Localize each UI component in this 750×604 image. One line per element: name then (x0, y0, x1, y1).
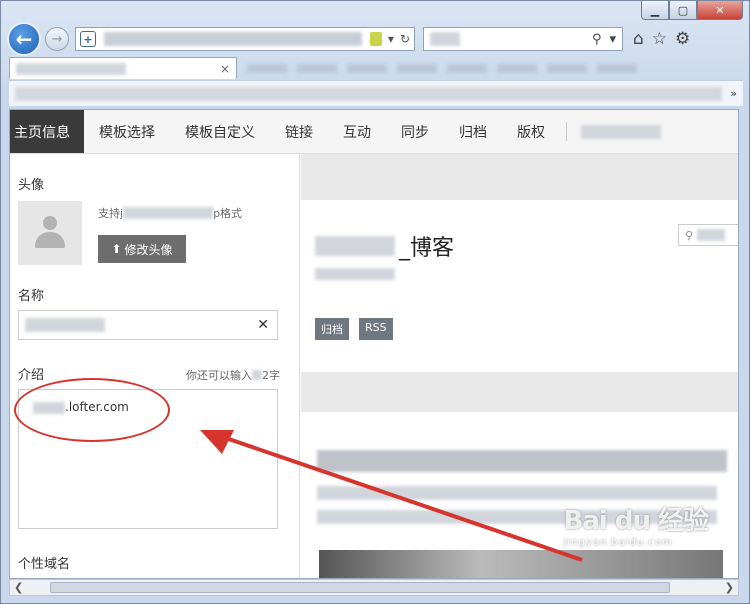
user-placeholder-icon (35, 216, 65, 250)
address-bar-tools: ▾ ↻ (369, 32, 410, 46)
scrollbar-thumb[interactable] (50, 582, 670, 593)
baidu-jingyan-watermark: Bai du 经验 jingyan.baidu.com (563, 506, 709, 548)
search-icon[interactable]: ⚲ (592, 32, 602, 47)
nav-item-template-custom[interactable]: 模板自定义 (170, 110, 270, 153)
preview-header-band (301, 154, 738, 200)
magnifier-icon: ⚲ (685, 228, 694, 242)
nav-divider (566, 122, 567, 141)
browser-window: ▁ ▢ ✕ ← → + ▾ ↻ ⚲ ▾ ⌂ ☆ ⚙ × » 主页信息 模板选择 … (0, 0, 750, 604)
nav-item-home-info[interactable]: 主页信息 (10, 110, 84, 153)
nav-item-obscured[interactable] (581, 124, 661, 139)
name-value-obscured (25, 318, 105, 332)
preview-mid-band (301, 372, 738, 412)
dropdown-icon[interactable]: ▾ (388, 32, 394, 46)
avatar (18, 201, 82, 265)
home-icon[interactable]: ⌂ (633, 29, 644, 49)
favorites-bar: » (9, 80, 743, 106)
address-bar[interactable]: + ▾ ↻ (75, 27, 415, 51)
maximize-button[interactable]: ▢ (669, 1, 697, 20)
tag-rss[interactable]: RSS (359, 318, 393, 340)
blog-subtitle-obscured (315, 268, 395, 280)
tab-close-icon[interactable]: × (220, 62, 230, 76)
annotation-arrow (200, 430, 583, 562)
search-dropdown-icon[interactable]: ▾ (609, 32, 616, 47)
nav-item-interaction[interactable]: 互动 (328, 110, 386, 153)
intro-char-counter: 你还可以输入 2字 (186, 369, 280, 382)
favorites-more-icon[interactable]: » (730, 87, 737, 100)
url-text-obscured (104, 32, 362, 46)
address-toolbar: ← → + ▾ ↻ ⚲ ▾ ⌂ ☆ ⚙ (7, 22, 743, 56)
avatar-label: 头像 (18, 178, 45, 193)
settings-nav: 主页信息 模板选择 模板自定义 链接 互动 同步 归档 版权 (10, 110, 738, 154)
forward-button[interactable]: → (45, 27, 69, 51)
blog-tags: 归档 RSS (315, 318, 393, 340)
gear-icon[interactable]: ⚙ (675, 29, 690, 49)
tag-archive[interactable]: 归档 (315, 318, 349, 340)
blog-name-obscured (315, 236, 395, 256)
tab-title-obscured (16, 62, 126, 75)
annotation-circle (14, 378, 170, 442)
nav-item-copyright[interactable]: 版权 (502, 110, 560, 153)
favorites-obscured (15, 86, 723, 101)
back-button[interactable]: ← (7, 22, 41, 56)
tab-strip: × (9, 57, 743, 79)
nav-item-template-select[interactable]: 模板选择 (84, 110, 170, 153)
search-text-obscured (430, 32, 460, 46)
page-viewport: 主页信息 模板选择 模板自定义 链接 互动 同步 归档 版权 头像 支持j p格… (9, 109, 739, 579)
star-icon[interactable]: ☆ (652, 29, 667, 49)
horizontal-scrollbar[interactable]: ❮ ❯ (9, 579, 739, 596)
page-icon (369, 32, 382, 46)
clear-icon[interactable]: ✕ (257, 317, 269, 333)
blog-title: _博客 (315, 230, 454, 262)
scroll-right-icon[interactable]: ❯ (725, 581, 734, 594)
background-tabs-obscured (237, 57, 743, 79)
window-caption-buttons: ▁ ▢ ✕ (641, 1, 743, 20)
active-tab[interactable]: × (9, 57, 237, 79)
refresh-icon[interactable]: ↻ (400, 32, 410, 46)
close-window-button[interactable]: ✕ (697, 1, 743, 20)
upload-arrow-icon: ⬆ (111, 242, 122, 256)
nav-item-archive[interactable]: 归档 (444, 110, 502, 153)
toolbar-icons: ⌂ ☆ ⚙ (633, 29, 690, 49)
change-avatar-button[interactable]: ⬆ 修改头像 (98, 235, 186, 263)
search-box[interactable]: ⚲ ▾ (423, 27, 623, 51)
name-input[interactable]: ✕ (18, 310, 278, 340)
intro-label: 介绍 (18, 368, 45, 383)
scroll-left-icon[interactable]: ❮ (14, 581, 23, 594)
avatar-format-hint: 支持j p格式 (98, 207, 243, 220)
blog-search-box[interactable]: ⚲ (678, 224, 738, 246)
minimize-button[interactable]: ▁ (641, 1, 669, 20)
name-label: 名称 (18, 289, 45, 304)
shield-plus-icon: + (80, 31, 96, 47)
nav-item-links[interactable]: 链接 (270, 110, 328, 153)
nav-item-sync[interactable]: 同步 (386, 110, 444, 153)
